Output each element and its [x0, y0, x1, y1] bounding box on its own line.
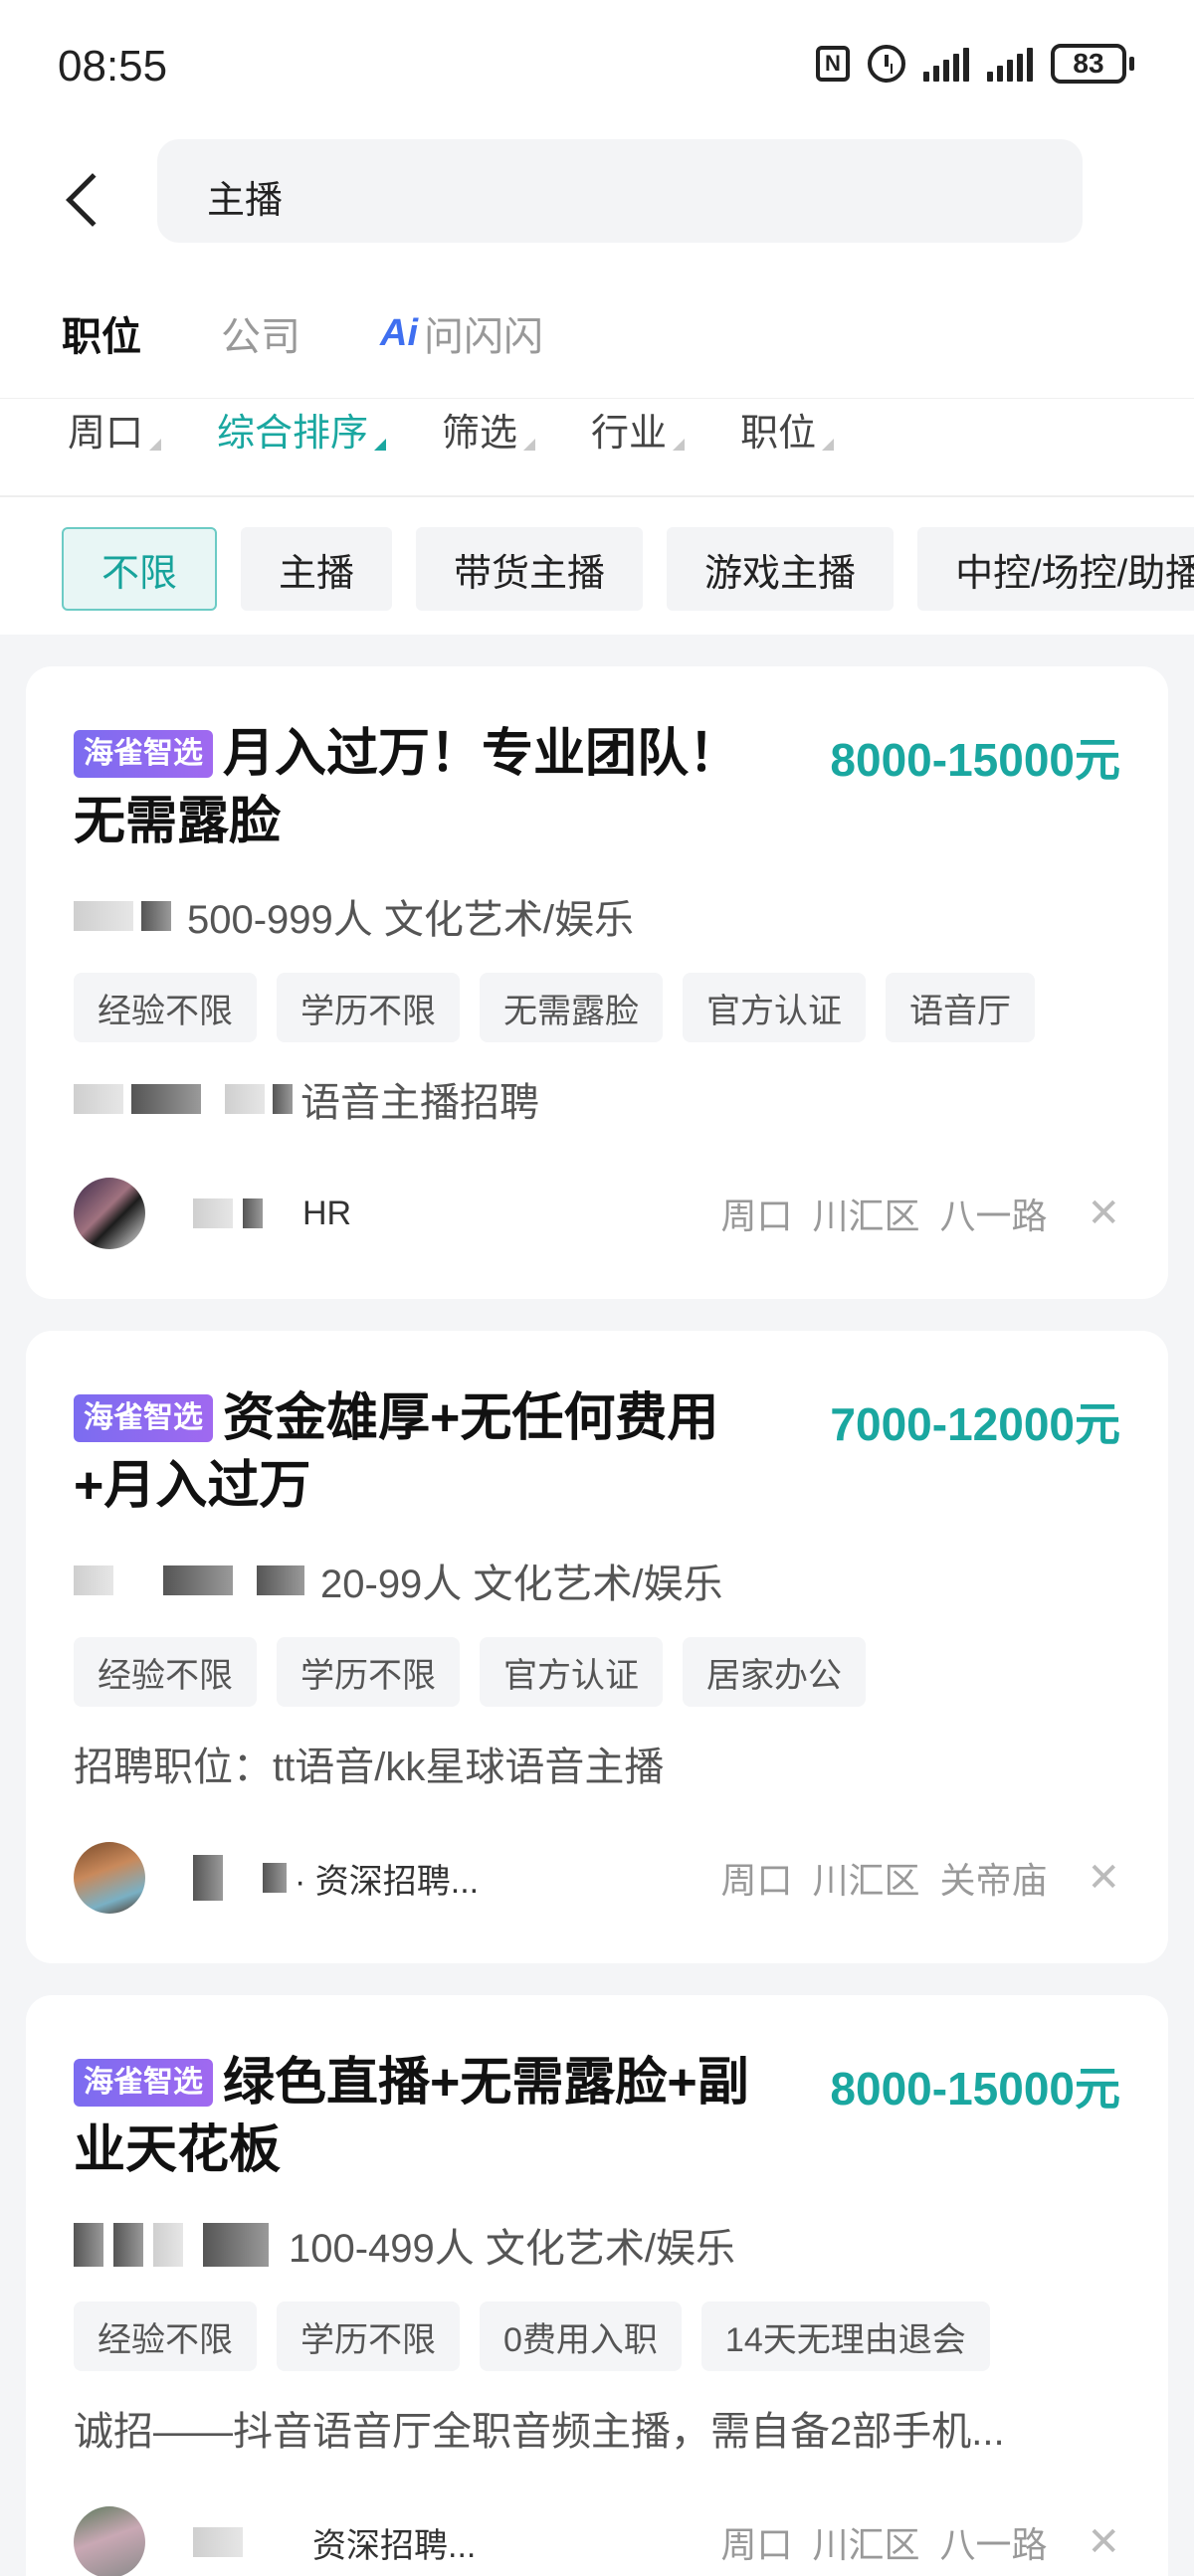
- result-tabs: 职位 公司 Ai 问闪闪: [62, 298, 543, 368]
- job-description: 语音主播招聘: [74, 1070, 539, 1128]
- filter-bar: 周口 综合排序 筛选 行业 职位: [0, 398, 1194, 495]
- avatar: [74, 1842, 145, 1914]
- nfc-icon: N: [816, 46, 850, 82]
- filter-screen[interactable]: 筛选: [442, 402, 536, 457]
- job-description: 招聘职位：tt语音/kk星球语音主播: [74, 1746, 665, 1789]
- signal-icon: [923, 46, 969, 82]
- job-title-block: 海雀智选 绿色直播+无需露脸+副业天花板: [74, 2049, 770, 2184]
- company-info: 20-99人 文化艺术/娱乐: [74, 1552, 723, 1609]
- chip-game-anchor[interactable]: 游戏主播: [667, 527, 895, 611]
- chip-control-assistant[interactable]: 中控/场控/助播: [917, 527, 1194, 611]
- company-meta: 20-99人 文化艺术/娱乐: [320, 1563, 723, 1606]
- job-tag: 语音厅: [886, 973, 1035, 1042]
- job-salary: 7000-12000元: [830, 1398, 1120, 1450]
- job-card[interactable]: 海雀智选 月入过万！专业团队！无需露脸 8000-15000元 500-999人 …: [26, 666, 1168, 1299]
- dropdown-triangle-icon: [374, 438, 387, 451]
- company-meta: 500-999人 文化艺术/娱乐: [187, 898, 635, 942]
- chip-anchor[interactable]: 主播: [241, 527, 393, 611]
- brand-badge: 海雀智选: [74, 730, 213, 778]
- job-tags: 经验不限 学历不限 无需露脸 官方认证 语音厅: [74, 973, 1035, 1042]
- tab-ask-ai-label: 问闪闪: [424, 315, 543, 359]
- recruiter-info: HR: [193, 1195, 351, 1233]
- company-info: 500-999人 文化艺术/娱乐: [74, 887, 634, 945]
- job-tags: 经验不限 学历不限 0费用入职 14天无理由退会: [74, 2301, 990, 2371]
- job-tag: 学历不限: [277, 973, 460, 1042]
- status-icons: N 83: [816, 44, 1134, 84]
- job-footer: · 资深招聘... 周口 川汇区 关帝庙 ✕: [74, 1842, 1120, 1914]
- filter-city[interactable]: 周口: [68, 402, 162, 457]
- recruiter-info: 资深招聘...: [193, 2518, 476, 2567]
- recruiter-title: · 资深招聘...: [295, 1862, 480, 1901]
- company-name-redacted: [74, 1565, 113, 1595]
- filter-position[interactable]: 职位: [740, 402, 835, 457]
- job-tag: 0费用入职: [480, 2301, 682, 2371]
- job-location: 周口 川汇区 八一路 ✕: [720, 1191, 1120, 1236]
- battery-icon: 83: [1051, 44, 1134, 84]
- chip-sales-anchor[interactable]: 带货主播: [416, 527, 644, 611]
- chip-unlimited[interactable]: 不限: [62, 527, 218, 611]
- job-tag: 无需露脸: [480, 973, 663, 1042]
- alarm-icon: [868, 45, 905, 83]
- job-tag: 居家办公: [683, 1637, 866, 1707]
- job-tag: 经验不限: [74, 2301, 257, 2371]
- job-footer: HR 周口 川汇区 八一路 ✕: [74, 1178, 1120, 1249]
- job-location: 周口 川汇区 关帝庙 ✕: [720, 1855, 1120, 1901]
- company-info: 100-499人 文化艺术/娱乐: [74, 2216, 735, 2274]
- status-bar: 08:55 N 83: [0, 0, 1194, 139]
- job-tag: 学历不限: [277, 2301, 460, 2371]
- job-footer: 资深招聘... 周口 川汇区 八一路 ✕: [74, 2506, 1120, 2576]
- dropdown-triangle-icon: [523, 438, 536, 451]
- battery-level: 83: [1051, 44, 1126, 84]
- job-tag: 官方认证: [480, 1637, 663, 1707]
- category-chip-bar: 不限 主播 带货主播 游戏主播 中控/场控/助播: [0, 495, 1194, 635]
- job-tags: 经验不限 学历不限 官方认证 居家办公: [74, 1637, 866, 1707]
- recruiter-title: 资深招聘...: [312, 2526, 477, 2565]
- company-name-redacted: [74, 901, 133, 931]
- dismiss-close-icon[interactable]: ✕: [1087, 1191, 1120, 1236]
- status-time: 08:55: [58, 42, 168, 91]
- job-tag: 经验不限: [74, 973, 257, 1042]
- dropdown-triangle-icon: [822, 438, 835, 451]
- search-query: 主播: [207, 180, 284, 222]
- dropdown-triangle-icon: [673, 438, 686, 451]
- job-card[interactable]: 海雀智选 绿色直播+无需露脸+副业天花板 8000-15000元 100-499人…: [26, 1995, 1168, 2576]
- recruiter-info: · 资深招聘...: [193, 1854, 479, 1903]
- recruiter-title: HR: [302, 1194, 352, 1232]
- search-header: 主播 职位 公司 Ai 问闪闪: [0, 139, 1194, 398]
- job-salary: 8000-15000元: [830, 2063, 1120, 2115]
- company-meta: 100-499人 文化艺术/娱乐: [289, 2227, 736, 2271]
- job-location: 周口 川汇区 八一路 ✕: [720, 2519, 1120, 2565]
- filter-industry[interactable]: 行业: [591, 402, 686, 457]
- dropdown-triangle-icon: [149, 438, 162, 451]
- avatar: [74, 1178, 145, 1249]
- avatar: [74, 2506, 145, 2576]
- dismiss-close-icon[interactable]: ✕: [1087, 1855, 1120, 1901]
- filter-sort[interactable]: 综合排序: [217, 402, 387, 457]
- brand-badge: 海雀智选: [74, 2059, 213, 2107]
- brand-badge: 海雀智选: [74, 1394, 213, 1442]
- back-arrow-icon[interactable]: [58, 159, 119, 239]
- signal-icon-2: [987, 46, 1033, 82]
- tab-jobs[interactable]: 职位: [62, 304, 141, 362]
- tab-ask-ai[interactable]: Ai 问闪闪: [380, 304, 543, 362]
- dismiss-close-icon[interactable]: ✕: [1087, 2519, 1120, 2565]
- job-title-block: 海雀智选 资金雄厚+无任何费用+月入过万: [74, 1384, 770, 1520]
- job-tag: 学历不限: [277, 1637, 460, 1707]
- search-input[interactable]: 主播: [157, 139, 1083, 243]
- ai-icon: Ai: [380, 311, 418, 354]
- job-tag: 经验不限: [74, 1637, 257, 1707]
- job-title-block: 海雀智选 月入过万！专业团队！无需露脸: [74, 720, 770, 855]
- job-salary: 8000-15000元: [830, 734, 1120, 786]
- job-description: 诚招——抖音语音厅全职音频主播，需自备2部手机...: [74, 2410, 1005, 2454]
- job-tag: 官方认证: [683, 973, 866, 1042]
- job-tag: 14天无理由退会: [700, 2301, 990, 2371]
- company-name-redacted: [74, 2223, 103, 2267]
- tab-companies[interactable]: 公司: [221, 304, 300, 362]
- job-card[interactable]: 海雀智选 资金雄厚+无任何费用+月入过万 7000-12000元 20-99人 文…: [26, 1331, 1168, 1963]
